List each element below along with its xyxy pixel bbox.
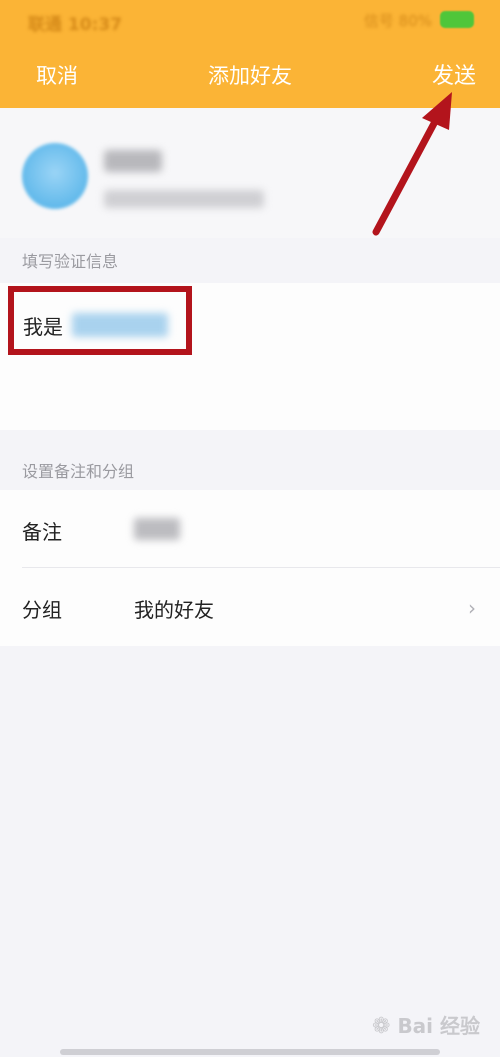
profile-details-redacted xyxy=(104,190,264,208)
group-label: 分组 xyxy=(22,598,62,622)
watermark-text: Bai 经验 xyxy=(397,1014,480,1038)
status-carrier-time: 联通 10:37 xyxy=(28,15,123,35)
avatar xyxy=(22,143,88,209)
home-indicator[interactable] xyxy=(60,1049,440,1055)
chevron-right-icon: › xyxy=(468,596,476,620)
remark-section-label: 设置备注和分组 xyxy=(22,462,135,481)
page-title: 添加好友 xyxy=(208,64,292,88)
remark-value-redacted xyxy=(134,518,180,540)
group-value: 我的好友 xyxy=(134,598,214,622)
verify-section-label: 填写验证信息 xyxy=(22,252,119,271)
battery-icon xyxy=(440,11,474,28)
watermark: ❁ Bai 经验 xyxy=(372,1010,480,1039)
remark-row[interactable]: 备注 xyxy=(0,490,500,568)
status-signal: 信号 80% xyxy=(363,12,432,30)
header-bar: 联通 10:37 信号 80% 取消 添加好友 发送 xyxy=(0,0,500,108)
navigation-bar: 取消 添加好友 发送 xyxy=(0,38,500,108)
remark-label: 备注 xyxy=(22,520,62,544)
send-button[interactable]: 发送 xyxy=(432,58,476,90)
profile-name-redacted xyxy=(104,150,162,172)
friend-profile-card[interactable] xyxy=(0,108,500,238)
group-row[interactable]: 分组 我的好友 › xyxy=(0,568,500,646)
status-bar: 联通 10:37 信号 80% xyxy=(0,0,500,38)
remark-group-list: 备注 分组 我的好友 › xyxy=(0,490,500,646)
annotation-highlight-box xyxy=(8,286,192,355)
paw-icon: ❁ xyxy=(372,1014,391,1039)
